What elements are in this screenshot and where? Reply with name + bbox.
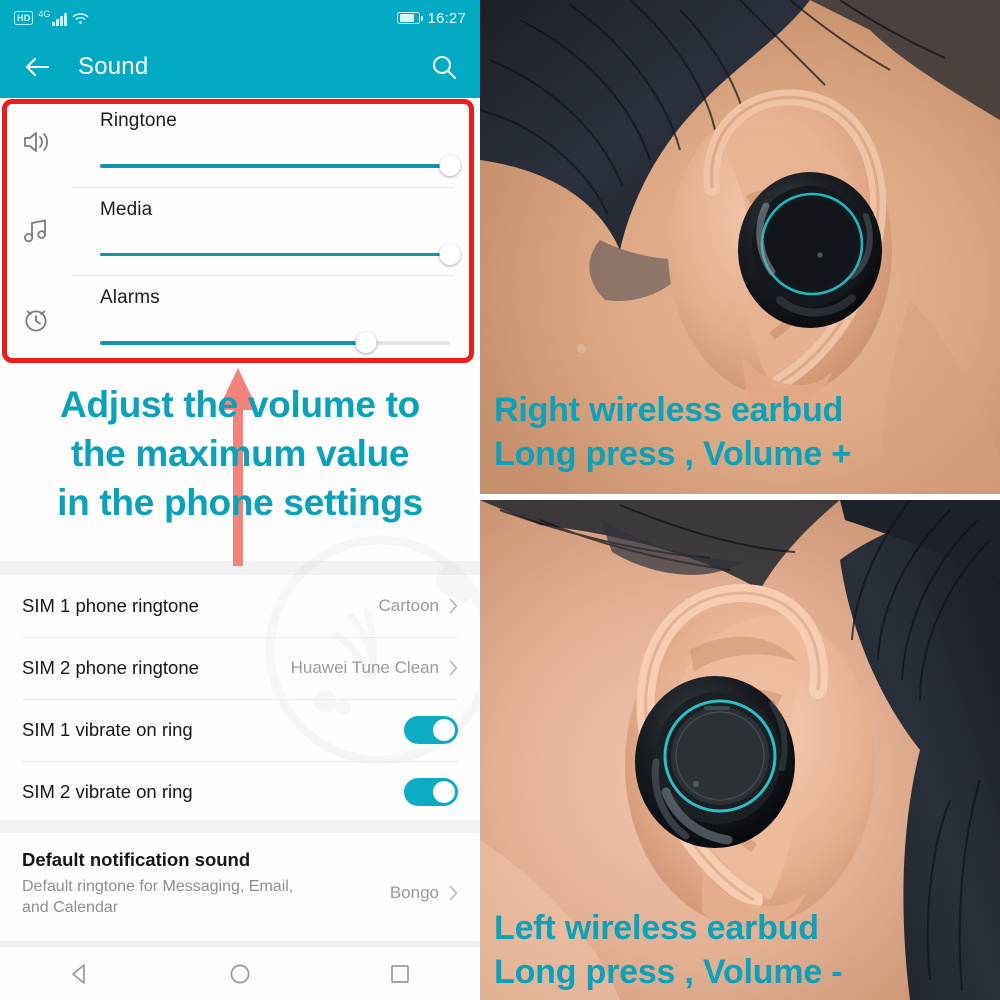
chevron-right-icon	[449, 598, 458, 614]
volume-label-ringtone: Ringtone	[100, 110, 177, 131]
volume-slider-ringtone[interactable]	[100, 155, 461, 176]
status-bar: HD 4G 16:27	[0, 0, 480, 36]
list-item-value: Huawei Tune Clean	[290, 658, 439, 677]
list-row-default-notification-sound[interactable]: Default notification sound Default ringt…	[0, 833, 480, 941]
toggle-sim2-vibrate[interactable]	[404, 778, 458, 806]
caption-line-1: Left wireless earbud	[494, 908, 819, 947]
recents-square-icon[interactable]	[387, 961, 413, 987]
wifi-icon	[72, 12, 89, 25]
right-earbud-photo: • Right wireless earbud Long press , Vol…	[480, 0, 1000, 494]
page-title: Sound	[78, 53, 149, 80]
toggle-sim1-vibrate[interactable]	[404, 716, 458, 744]
slider-fill	[100, 341, 366, 345]
list-item-label: SIM 2 phone ringtone	[22, 657, 199, 678]
caption-line-3: in the phone settings	[57, 482, 423, 524]
music-note-icon	[20, 215, 52, 247]
speaker-volume-icon	[20, 126, 52, 158]
volume-row-media: Media	[0, 186, 480, 276]
slider-fill	[100, 164, 450, 168]
settings-list: SIM 1 phone ringtone Cartoon SIM 2 phone…	[0, 575, 480, 823]
list-item-label: SIM 1 vibrate on ring	[22, 719, 193, 740]
phone-screenshot-panel: HD 4G 16:27 Sound Ringtone Media Alarms …	[0, 0, 480, 1000]
caption-line-2: the maximum value	[70, 433, 410, 475]
left-earbud-photo: Left wireless earbud Long press , Volume…	[480, 500, 1000, 1000]
battery-icon	[397, 12, 424, 24]
list-item-label: SIM 1 phone ringtone	[22, 595, 199, 616]
volume-row-ringtone: Ringtone	[0, 98, 480, 187]
status-bar-left-icons: HD 4G	[14, 10, 89, 26]
slider-fill	[100, 252, 450, 257]
notification-value: Bongo	[389, 883, 439, 902]
volume-sliders-group: Ringtone Media Alarms	[0, 98, 480, 364]
notification-subtitle: Default ringtone for Messaging, Email, a…	[22, 878, 294, 917]
android-nav-bar	[0, 946, 480, 1000]
notification-title: Default notification sound	[22, 849, 251, 870]
chevron-right-icon	[449, 660, 458, 676]
volume-label-media: Media	[100, 198, 153, 220]
notification-texts: Default notification sound Default ringt…	[22, 849, 390, 919]
network-type-label: 4G	[38, 9, 51, 19]
caption-line-2: Long press , Volume -	[494, 952, 843, 991]
caption-line-1: Right wireless earbud	[494, 391, 844, 429]
list-item-label: SIM 2 vibrate on ring	[22, 781, 193, 802]
volume-slider-media[interactable]	[100, 243, 461, 265]
list-row-sim1-vibrate[interactable]: SIM 1 vibrate on ring	[0, 699, 480, 761]
action-bar: Sound	[0, 36, 480, 98]
list-row-sim1-ringtone[interactable]: SIM 1 phone ringtone Cartoon	[0, 575, 480, 637]
screenshot-canvas: HD 4G 16:27 Sound Ringtone Media Alarms …	[0, 0, 1000, 1000]
alarm-clock-icon	[20, 303, 52, 335]
left-earbud-caption: Left wireless earbud Long press , Volume…	[494, 906, 992, 994]
hd-icon: HD	[14, 11, 34, 25]
notification-value-group: Bongo	[390, 883, 458, 903]
slider-thumb[interactable]	[439, 243, 461, 265]
right-earbud-caption: Right wireless earbud Long press , Volum…	[494, 388, 992, 476]
home-circle-icon[interactable]	[227, 961, 253, 987]
slider-thumb[interactable]	[439, 155, 461, 176]
volume-row-alarms: Alarms	[0, 275, 480, 364]
back-triangle-icon[interactable]	[67, 961, 93, 987]
list-row-sim2-vibrate[interactable]: SIM 2 vibrate on ring	[0, 761, 480, 823]
signal-bars-icon: 4G	[38, 9, 67, 26]
caption-line-1: Adjust the volume to	[60, 384, 420, 425]
caption-line-2: Long press , Volume +	[494, 435, 851, 474]
slider-thumb[interactable]	[355, 332, 377, 353]
back-arrow-icon[interactable]	[22, 52, 52, 82]
status-bar-clock: 16:27	[427, 9, 466, 27]
phone-instruction-caption: Adjust the volume to the maximum value i…	[0, 380, 480, 528]
photos-panel: • Right wireless earbud Long press , Vol…	[480, 0, 1000, 1000]
volume-label-alarms: Alarms	[100, 287, 160, 308]
signal-strength-bars	[51, 13, 67, 26]
list-row-sim2-ringtone[interactable]: SIM 2 phone ringtone Huawei Tune Clean	[0, 637, 480, 699]
chevron-right-icon	[449, 885, 458, 901]
status-bar-right-icons: 16:27	[397, 10, 466, 27]
volume-slider-alarms[interactable]	[100, 332, 450, 353]
list-item-value: Cartoon	[378, 596, 439, 615]
search-icon[interactable]	[430, 53, 458, 81]
